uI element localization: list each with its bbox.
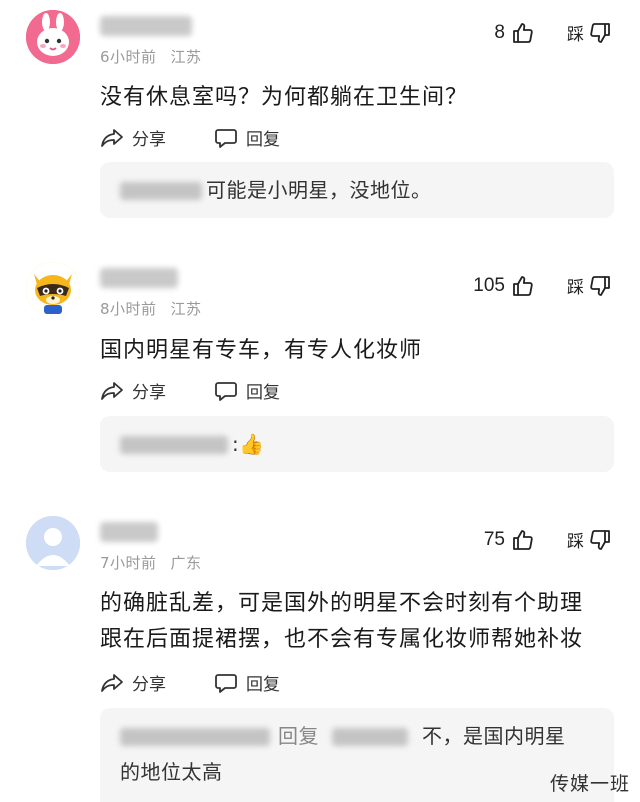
avatar[interactable] <box>26 10 80 64</box>
thumbs-up-icon <box>513 22 533 43</box>
reply-username-blurred <box>120 436 228 454</box>
comment-meta: 7小时前 广东 <box>100 552 202 573</box>
comment-actions: 分享 回复 <box>100 670 328 695</box>
comment-text-line-2: 跟在后面提裙摆，也不会有专属化妆师帮她补妆 <box>100 627 584 652</box>
username-blurred[interactable] <box>100 268 178 288</box>
share-icon <box>101 128 123 147</box>
reply-bubble-icon <box>215 673 237 693</box>
dislike-button[interactable]: 踩 <box>567 20 612 45</box>
dislike-label: 踩 <box>567 25 584 45</box>
share-label: 分享 <box>132 675 166 695</box>
share-button[interactable]: 分享 <box>100 125 166 150</box>
time-ago: 7小时前 <box>100 554 157 572</box>
reply-text-line-2: 的地位太高 <box>120 760 223 784</box>
vote-actions: 105 踩 <box>473 273 612 298</box>
share-label: 分享 <box>132 130 166 150</box>
reply-preview-box[interactable]: :👍 <box>100 416 614 472</box>
reply-label: 回复 <box>246 383 280 403</box>
thumbs-up-icon <box>513 275 533 296</box>
username-blurred[interactable] <box>100 16 192 36</box>
share-button[interactable]: 分享 <box>100 378 166 403</box>
reply-label: 回复 <box>246 130 280 150</box>
reply-bubble-icon <box>215 381 237 401</box>
dislike-label: 踩 <box>567 278 584 298</box>
reply-text: 可能是小明星，没地位。 <box>206 178 432 202</box>
comment-actions: 分享 回复 <box>100 378 328 403</box>
location: 江苏 <box>170 48 202 66</box>
like-button[interactable] <box>511 528 535 552</box>
share-button[interactable]: 分享 <box>100 670 166 695</box>
reply-text-line-1: 不，是国内明星 <box>422 724 566 748</box>
username-blurred[interactable] <box>100 522 158 542</box>
rabbit-avatar-icon <box>26 10 80 64</box>
comment-text-line-1: 的确脏乱差，可是国外的明星不会时刻有个助理 <box>100 591 584 616</box>
dislike-label: 踩 <box>567 532 584 552</box>
watermark: 传媒一班 <box>549 773 630 795</box>
like-count: 8 <box>494 21 505 43</box>
thumbs-down-icon <box>590 529 610 550</box>
reply-username-blurred <box>120 182 202 200</box>
default-user-avatar-icon <box>26 516 80 570</box>
location: 广东 <box>170 554 202 572</box>
share-label: 分享 <box>132 383 166 403</box>
share-icon <box>101 673 123 692</box>
reply-username-blurred <box>120 728 270 746</box>
reply-verb: 回复 <box>278 724 319 748</box>
dislike-button[interactable]: 踩 <box>567 527 612 552</box>
reply-target-username-blurred <box>332 728 408 746</box>
comment-meta: 8小时前 江苏 <box>100 298 202 319</box>
dislike-button[interactable]: 踩 <box>567 273 612 298</box>
thumbs-up-icon <box>513 529 533 550</box>
reply-label: 回复 <box>246 675 280 695</box>
vote-actions: 75 踩 <box>484 527 612 552</box>
thumbs-down-icon <box>590 22 610 43</box>
like-count: 75 <box>483 528 505 550</box>
thumbs-down-icon <box>590 275 610 296</box>
avatar[interactable] <box>26 262 80 316</box>
reply-bubble-icon <box>215 128 237 148</box>
comment-text: 国内明星有专车，有专人化妆师 <box>100 338 423 363</box>
location: 江苏 <box>170 300 202 318</box>
like-count: 105 <box>473 274 505 296</box>
comment-meta: 6小时前 江苏 <box>100 46 202 67</box>
vote-actions: 8 踩 <box>494 20 612 45</box>
share-icon <box>101 381 123 400</box>
reply-button[interactable]: 回复 <box>214 670 280 695</box>
time-ago: 8小时前 <box>100 300 157 318</box>
avatar[interactable] <box>26 516 80 570</box>
reply-preview-box[interactable]: 回复 不，是国内明星 的地位太高 <box>100 708 614 802</box>
comment-actions: 分享 回复 <box>100 125 328 150</box>
reply-preview-box[interactable]: 可能是小明星，没地位。 <box>100 162 614 218</box>
reply-button[interactable]: 回复 <box>214 378 280 403</box>
comment-text: 没有休息室吗？为何都躺在卫生间？ <box>100 85 469 110</box>
like-button[interactable] <box>511 21 535 45</box>
time-ago: 6小时前 <box>100 48 157 66</box>
reply-button[interactable]: 回复 <box>214 125 280 150</box>
like-button[interactable] <box>511 274 535 298</box>
raccoon-avatar-icon <box>26 262 80 316</box>
comment-text: 的确脏乱差，可是国外的明星不会时刻有个助理 跟在后面提裙摆，也不会有专属化妆师帮… <box>100 586 620 658</box>
reply-text: :👍 <box>232 432 265 456</box>
